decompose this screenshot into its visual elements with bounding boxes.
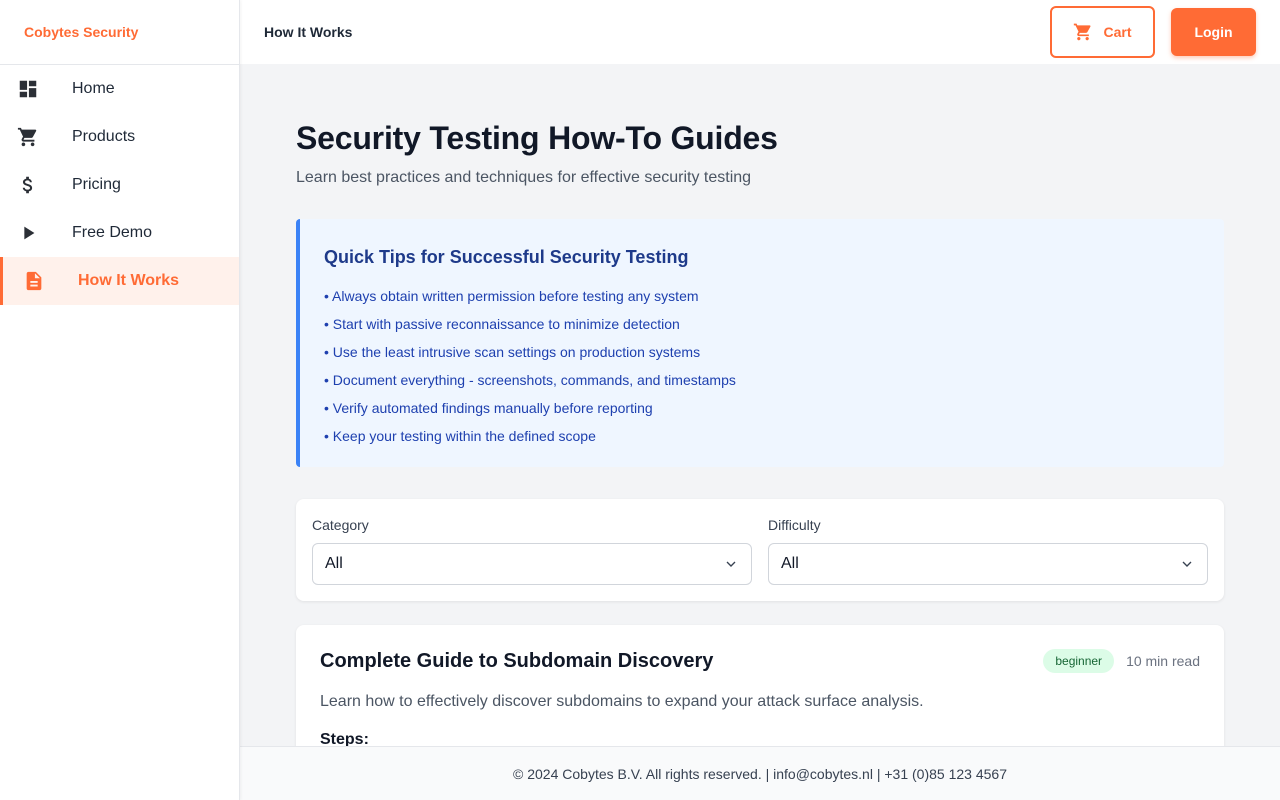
tip-item: • Verify automated findings manually bef… (324, 400, 653, 416)
play-icon (16, 221, 40, 245)
quick-tips-list: • Always obtain written permission befor… (324, 282, 1200, 450)
dollar-icon (16, 173, 40, 197)
category-filter: Category All (312, 515, 752, 585)
chevron-down-icon (1182, 561, 1192, 567)
document-icon (22, 269, 46, 293)
difficulty-select[interactable]: All (768, 543, 1208, 585)
difficulty-label: Difficulty (768, 517, 821, 533)
difficulty-value: All (781, 555, 799, 572)
guide-title[interactable]: Complete Guide to Subdomain Discovery (320, 650, 713, 673)
sidebar-item-label: Products (72, 128, 136, 145)
guide-header: Complete Guide to Subdomain Discovery be… (320, 649, 1200, 673)
read-time: 10 min read (1126, 653, 1200, 669)
sidebar-item-label: Home (72, 80, 115, 97)
category-value: All (325, 555, 343, 572)
sidebar-item-home[interactable]: Home (0, 65, 239, 113)
cart-icon (1074, 23, 1091, 41)
top-bar: How It Works Cart Login (240, 0, 1280, 64)
tip-item: • Start with passive reconnaissance to m… (324, 316, 680, 332)
filters-panel: Category All Difficulty All (296, 499, 1224, 601)
brand-logo[interactable]: Cobytes Security (0, 0, 239, 65)
content-column: Security Testing How-To Guides Learn bes… (296, 64, 1224, 746)
footer: © 2024 Cobytes B.V. All rights reserved.… (240, 746, 1280, 800)
dashboard-icon (16, 77, 40, 101)
difficulty-badge: beginner (1043, 649, 1115, 673)
chevron-down-icon (726, 561, 736, 567)
page-header-title: How It Works (264, 24, 353, 40)
sidebar-item-label: Free Demo (72, 224, 153, 241)
guide-meta: beginner 10 min read (1043, 649, 1200, 673)
sidebar-item-label: How It Works (78, 272, 180, 289)
page-subtitle: Learn best practices and techniques for … (296, 169, 752, 186)
tip-item: • Always obtain written permission befor… (324, 288, 699, 304)
main-content: Security Testing How-To Guides Learn bes… (240, 64, 1280, 746)
cart-label: Cart (1103, 24, 1132, 40)
login-button[interactable]: Login (1171, 8, 1256, 56)
tip-item: • Use the least intrusive scan settings … (324, 344, 701, 360)
guide-card[interactable]: Complete Guide to Subdomain Discovery be… (296, 625, 1224, 746)
cart-button[interactable]: Cart (1050, 6, 1155, 58)
footer-text: © 2024 Cobytes B.V. All rights reserved.… (513, 765, 1007, 782)
sidebar-item-products[interactable]: Products (0, 113, 239, 161)
sidebar-item-how-it-works[interactable]: How It Works (0, 257, 239, 305)
quick-tips-panel: Quick Tips for Successful Security Testi… (296, 219, 1224, 467)
sidebar-nav: Home Products Pricing Free Demo How It W… (0, 65, 239, 305)
guide-description: Learn how to effectively discover subdom… (320, 693, 924, 710)
guide-steps-label: Steps: (320, 731, 369, 746)
page-title: Security Testing How-To Guides (296, 120, 778, 156)
cart-icon (16, 125, 40, 149)
difficulty-filter: Difficulty All (768, 515, 1208, 585)
category-label: Category (312, 517, 369, 533)
category-select[interactable]: All (312, 543, 752, 585)
sidebar-item-label: Pricing (72, 176, 121, 193)
sidebar-item-pricing[interactable]: Pricing (0, 161, 239, 209)
sidebar: Cobytes Security Home Products Pricing F… (0, 0, 240, 800)
tip-item: • Keep your testing within the defined s… (324, 428, 596, 444)
tip-item: • Document everything - screenshots, com… (324, 372, 736, 388)
sidebar-item-free-demo[interactable]: Free Demo (0, 209, 239, 257)
quick-tips-title: Quick Tips for Successful Security Testi… (324, 247, 689, 267)
